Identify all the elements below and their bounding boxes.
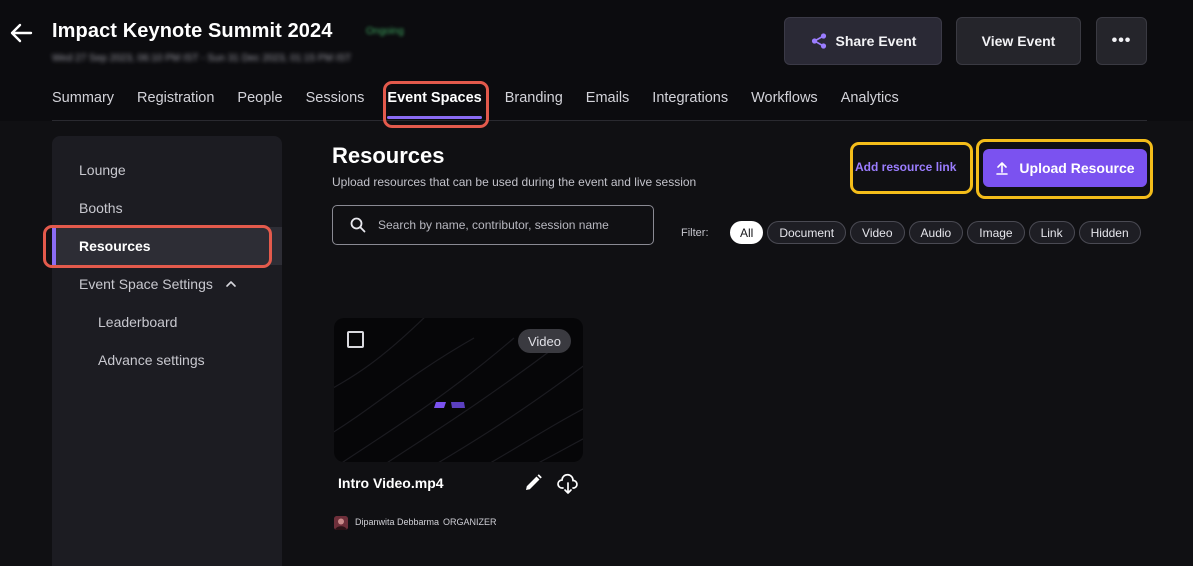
filter-chip-hidden[interactable]: Hidden <box>1078 221 1141 244</box>
upload-resource-button[interactable]: Upload Resource <box>983 149 1147 187</box>
sidebar-item-event-space-settings[interactable]: Event Space Settings <box>52 265 282 303</box>
page-title: Resources <box>332 143 445 168</box>
resource-author: Dipanwita Debbarma ORGANIZER <box>355 517 497 527</box>
share-icon <box>811 33 826 49</box>
event-header: Impact Keynote Summit 2024 Ongoing Wed 2… <box>0 0 1193 121</box>
tab-workflows[interactable]: Workflows <box>751 90 818 114</box>
upload-resource-label: Upload Resource <box>1019 160 1135 176</box>
filter-chip-all[interactable]: All <box>730 221 764 244</box>
add-resource-link[interactable]: Add resource link <box>855 160 956 174</box>
tab-integrations[interactable]: Integrations <box>652 90 728 114</box>
filter-label: Filter: <box>681 227 709 239</box>
status-badge: Ongoing <box>366 26 404 37</box>
tab-sessions[interactable]: Sessions <box>306 90 365 114</box>
event-spaces-sidebar: Lounge Booths Resources Event Space Sett… <box>52 136 282 566</box>
resource-type-badge: Video <box>517 329 571 353</box>
tab-branding[interactable]: Branding <box>505 90 563 114</box>
tab-registration[interactable]: Registration <box>137 90 214 114</box>
filter-chip-link[interactable]: Link <box>1028 221 1075 244</box>
filter-chip-document[interactable]: Document <box>767 221 847 244</box>
search-input[interactable] <box>378 218 618 232</box>
sidebar-item-leaderboard[interactable]: Leaderboard <box>52 303 282 341</box>
share-event-button[interactable]: Share Event <box>784 17 942 65</box>
sidebar-item-advance-settings[interactable]: Advance settings <box>52 341 282 379</box>
pencil-icon[interactable] <box>523 473 543 493</box>
tab-analytics[interactable]: Analytics <box>841 90 899 114</box>
tab-event-spaces[interactable]: Event Spaces <box>387 90 483 119</box>
view-event-button[interactable]: View Event <box>956 17 1081 65</box>
resource-thumbnail[interactable]: Video <box>334 318 583 462</box>
tab-emails[interactable]: Emails <box>586 90 630 114</box>
more-options-button[interactable]: ••• <box>1096 17 1147 65</box>
sidebar-item-booths[interactable]: Booths <box>52 189 282 227</box>
tab-people[interactable]: People <box>237 90 282 114</box>
chevron-up-icon <box>226 281 236 287</box>
event-title: Impact Keynote Summit 2024 <box>52 20 333 42</box>
filter-chips: All Document Video Audio Image Link Hidd… <box>730 221 1141 244</box>
user-avatar-image <box>334 516 348 530</box>
event-nav-tabs: Summary Registration People Sessions Eve… <box>52 90 922 119</box>
filter-chip-image[interactable]: Image <box>967 221 1025 244</box>
cloud-download-icon[interactable] <box>557 473 579 495</box>
upload-icon <box>996 162 1009 175</box>
sidebar-item-label: Event Space Settings <box>79 276 213 292</box>
select-checkbox[interactable] <box>347 331 364 348</box>
back-arrow-icon[interactable] <box>8 20 34 46</box>
nav-divider <box>52 120 1147 121</box>
author-role: ORGANIZER <box>443 517 497 527</box>
filter-chip-video[interactable]: Video <box>850 221 905 244</box>
resource-name: Intro Video.mp4 <box>338 475 444 491</box>
search-bar <box>332 205 654 245</box>
author-name: Dipanwita Debbarma <box>355 517 440 527</box>
sidebar-item-lounge[interactable]: Lounge <box>52 151 282 189</box>
search-icon <box>350 217 366 233</box>
avatar <box>334 516 348 530</box>
share-event-label: Share Event <box>835 33 917 49</box>
filter-chip-audio[interactable]: Audio <box>908 221 964 244</box>
event-dates: Wed 27 Sep 2023, 06:10 PM IST - Sun 31 D… <box>52 53 352 64</box>
page-subtitle: Upload resources that can be used during… <box>332 175 697 189</box>
sidebar-item-resources[interactable]: Resources <box>52 227 282 265</box>
tab-summary[interactable]: Summary <box>52 90 114 114</box>
